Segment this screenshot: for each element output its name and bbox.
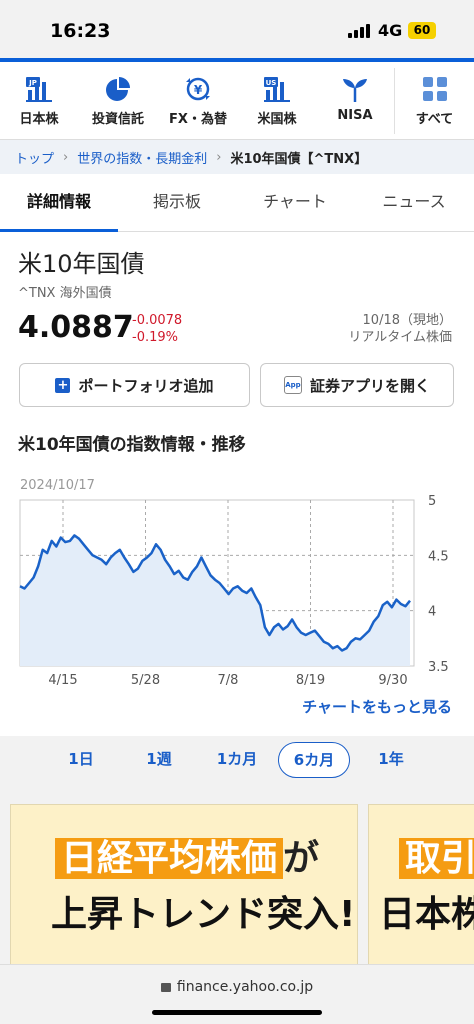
breadcrumb-indices-link[interactable]: 世界の指数・長期金利 [77,148,207,167]
x-tick-label: 8/19 [296,673,325,688]
x-tick-label: 9/30 [378,673,407,688]
y-tick-label: 4.5 [428,549,449,564]
svg-text:JP: JP [28,79,37,87]
ad-banner[interactable]: 日経平均株価が 上昇トレンド突入!? [10,804,358,964]
clock: 16:23 [50,20,111,42]
ad-headline-highlight: 日経平均株価 [55,838,284,879]
instrument-name: 米10年国債 [18,250,145,278]
period-selector: 1日 1週 1カ月 6カ月 1年 [0,736,474,784]
nav-label: NISA [337,108,373,123]
jp-stock-icon: JP [26,77,52,102]
breadcrumb-current: 米10年国債【^TNX】 [230,151,368,167]
more-chart-link[interactable]: チャートをもっと見る [302,696,452,717]
grid-icon [422,77,447,101]
nav-label: 日本株 [19,112,59,127]
browser-url-bar[interactable]: finance.yahoo.co.jp [0,964,474,1024]
battery-icon: 60 [408,22,436,39]
ad-carousel: 日経平均株価が 上昇トレンド突入!? 取引 日本株 [0,784,474,964]
period-1d[interactable]: 1日 [42,742,120,778]
nav-label: 米国株 [257,112,297,127]
realtime-label: リアルタイム株価 [348,330,452,345]
x-tick-label: 7/8 [218,673,239,688]
app-icon: App [283,376,302,394]
ad-headline: 取引 [399,829,474,881]
period-1y[interactable]: 1年 [352,742,430,778]
url-text: finance.yahoo.co.jp [176,979,314,995]
instrument-symbol: ^TNX 海外国債 [18,286,112,301]
lock-icon [160,983,171,992]
signal-icon [348,24,370,38]
pie-chart-icon [106,77,130,101]
section-title: 米10年国債の指数情報・推移 [18,435,246,455]
chevron-right-icon: › [63,149,69,165]
x-tick-label: 5/28 [131,673,160,688]
tab-details[interactable]: 詳細情報 [0,176,118,232]
nav-item-all[interactable]: すべて [395,62,474,140]
nav-item-nisa[interactable]: NISA [316,62,394,140]
currency-exchange-icon: ¥ [186,77,210,101]
quote-timestamp: 10/18（現地） リアルタイム株価 [348,312,452,346]
nav-item-us-stock[interactable]: US 米国株 [238,62,316,140]
x-tick-label: 4/15 [48,673,77,688]
ad-subheadline: 日本株 [379,894,474,935]
nav-item-fx[interactable]: ¥ FX・為替 [158,62,238,140]
quote-date: 10/18（現地） [362,313,452,328]
add-portfolio-label: ポートフォリオ追加 [78,376,214,395]
period-1m[interactable]: 1カ月 [198,742,276,778]
chevron-right-icon: › [216,149,222,165]
current-price: 4.0887 [18,310,134,345]
url-display: finance.yahoo.co.jp [0,979,474,995]
plus-icon: + [55,377,71,393]
network-type: 4G [378,21,403,40]
nav-label: 投資信託 [91,112,144,127]
breadcrumb-top-link[interactable]: トップ [15,148,54,167]
change-value: -0.0078 [132,313,183,328]
status-bar: 16:23 4G 60 [0,0,474,58]
tab-board[interactable]: 掲示板 [118,176,236,232]
ad-headline-tail: が [283,838,320,879]
nav-label: FX・為替 [169,112,227,127]
svg-text:¥: ¥ [194,83,203,97]
breadcrumb: トップ › 世界の指数・長期金利 › 米10年国債【^TNX】 [0,140,474,174]
home-indicator [152,1010,322,1015]
y-tick-label: 3.5 [428,660,449,675]
y-tick-label: 4 [428,605,436,620]
open-app-button[interactable]: App 証券アプリを開く [260,363,454,407]
ad-subheadline: 上昇トレンド突入!? [51,894,358,935]
detail-tabs: 詳細情報 掲示板 チャート ニュース [0,176,474,232]
change-percent: -0.19% [132,330,178,345]
nav-item-mutual-funds[interactable]: 投資信託 [78,62,158,140]
price-change: -0.0078 -0.19% [132,312,182,346]
open-app-label: 証券アプリを開く [309,376,430,395]
nav-label: すべて [415,112,454,127]
category-nav: JP 日本株 投資信託 ¥ FX・為替 US 米国株 NISA すべて [0,62,474,140]
add-portfolio-button[interactable]: + ポートフォリオ追加 [19,363,250,407]
price-chart[interactable]: 4/15 5/28 7/8 8/19 9/30 5 4.5 4 3.5 [0,488,474,698]
period-1w[interactable]: 1週 [120,742,198,778]
ad-headline: 日経平均株価が [55,829,319,881]
us-stock-icon: US [264,77,290,102]
ad-banner-next[interactable]: 取引 日本株 [368,804,474,964]
y-tick-label: 5 [428,494,436,509]
nav-item-japan-stock[interactable]: JP 日本株 [0,62,78,140]
tab-chart[interactable]: チャート [236,176,354,232]
svg-text:US: US [266,79,277,87]
period-6m[interactable]: 6カ月 [278,742,350,778]
tab-news[interactable]: ニュース [354,176,474,232]
sprout-icon [343,79,367,102]
ad-headline-highlight: 取引 [399,838,474,879]
